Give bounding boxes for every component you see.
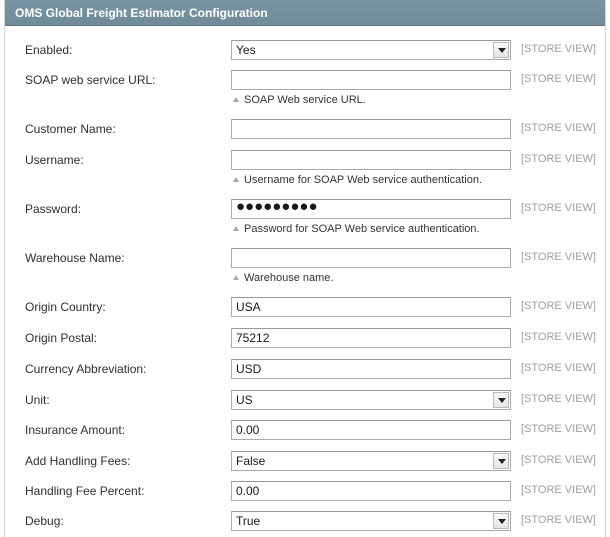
warehouse-name-input[interactable] [231,248,511,268]
chevron-down-icon[interactable] [493,453,509,469]
debug-select[interactable]: True [231,511,511,531]
warehouse-name-note: Warehouse name. [233,272,333,284]
soap-url-scope: [STORE VIEW] [521,73,596,85]
chevron-down-icon[interactable] [493,392,509,408]
username-note: Username for SOAP Web service authentica… [233,174,482,186]
note-arrow-icon [233,97,239,102]
unit-scope: [STORE VIEW] [521,393,596,405]
debug-scope: [STORE VIEW] [521,514,596,526]
origin-postal-label: Origin Postal: [25,331,98,345]
unit-value: US [236,393,253,407]
section-header[interactable]: OMS Global Freight Estimator Configurati… [5,0,605,26]
debug-label: Debug: [25,514,64,528]
customer-name-scope: [STORE VIEW] [521,122,596,134]
handling-fees-label: Add Handling Fees: [25,454,131,468]
origin-postal-scope: [STORE VIEW] [521,331,596,343]
handling-percent-label: Handling Fee Percent: [25,484,145,498]
customer-name-input[interactable] [231,119,511,139]
origin-country-label: Origin Country: [25,300,106,314]
note-arrow-icon [233,226,239,231]
unit-select[interactable]: US [231,390,511,410]
soap-url-label: SOAP web service URL: [25,73,156,87]
handling-fees-select[interactable]: False [231,451,511,471]
insurance-scope: [STORE VIEW] [521,423,596,435]
chevron-down-icon[interactable] [493,42,509,58]
currency-scope: [STORE VIEW] [521,362,596,374]
password-note-text: Password for SOAP Web service authentica… [244,223,480,235]
currency-label: Currency Abbreviation: [25,362,147,376]
warehouse-name-note-text: Warehouse name. [244,272,334,284]
handling-fees-value: False [236,454,266,468]
note-arrow-icon [233,275,239,280]
soap-url-input[interactable] [231,70,511,90]
username-note-text: Username for SOAP Web service authentica… [244,174,483,186]
soap-url-note-text: SOAP Web service URL. [244,94,366,106]
password-label: Password: [25,202,82,216]
unit-label: Unit: [25,393,50,407]
username-input[interactable] [231,150,511,170]
username-label: Username: [25,153,84,167]
config-panel: OMS Global Freight Estimator Configurati… [4,0,606,537]
origin-postal-input[interactable]: 75212 [231,328,511,348]
enabled-select[interactable]: Yes [231,40,511,60]
password-scope: [STORE VIEW] [521,202,596,214]
enabled-scope: [STORE VIEW] [521,43,596,55]
handling-fees-scope: [STORE VIEW] [521,454,596,466]
handling-percent-scope: [STORE VIEW] [521,484,596,496]
customer-name-label: Customer Name: [25,122,116,136]
origin-country-input[interactable]: USA [231,297,511,317]
insurance-label: Insurance Amount: [25,423,126,437]
enabled-value: Yes [236,43,256,57]
warehouse-name-label: Warehouse Name: [25,251,125,265]
origin-country-scope: [STORE VIEW] [521,300,596,312]
handling-percent-input[interactable]: 0.00 [231,481,511,501]
password-note: Password for SOAP Web service authentica… [233,223,480,235]
warehouse-name-scope: [STORE VIEW] [521,251,596,263]
chevron-down-icon[interactable] [493,513,509,529]
username-scope: [STORE VIEW] [521,153,596,165]
soap-url-note: SOAP Web service URL. [233,94,366,106]
debug-value: True [236,514,261,528]
note-arrow-icon [233,177,239,182]
insurance-input[interactable]: 0.00 [231,420,511,440]
currency-input[interactable]: USD [231,359,511,379]
enabled-label: Enabled: [25,43,73,57]
password-input[interactable]: ●●●●●●●●● [231,199,511,219]
section-title: OMS Global Freight Estimator Configurati… [15,6,268,20]
